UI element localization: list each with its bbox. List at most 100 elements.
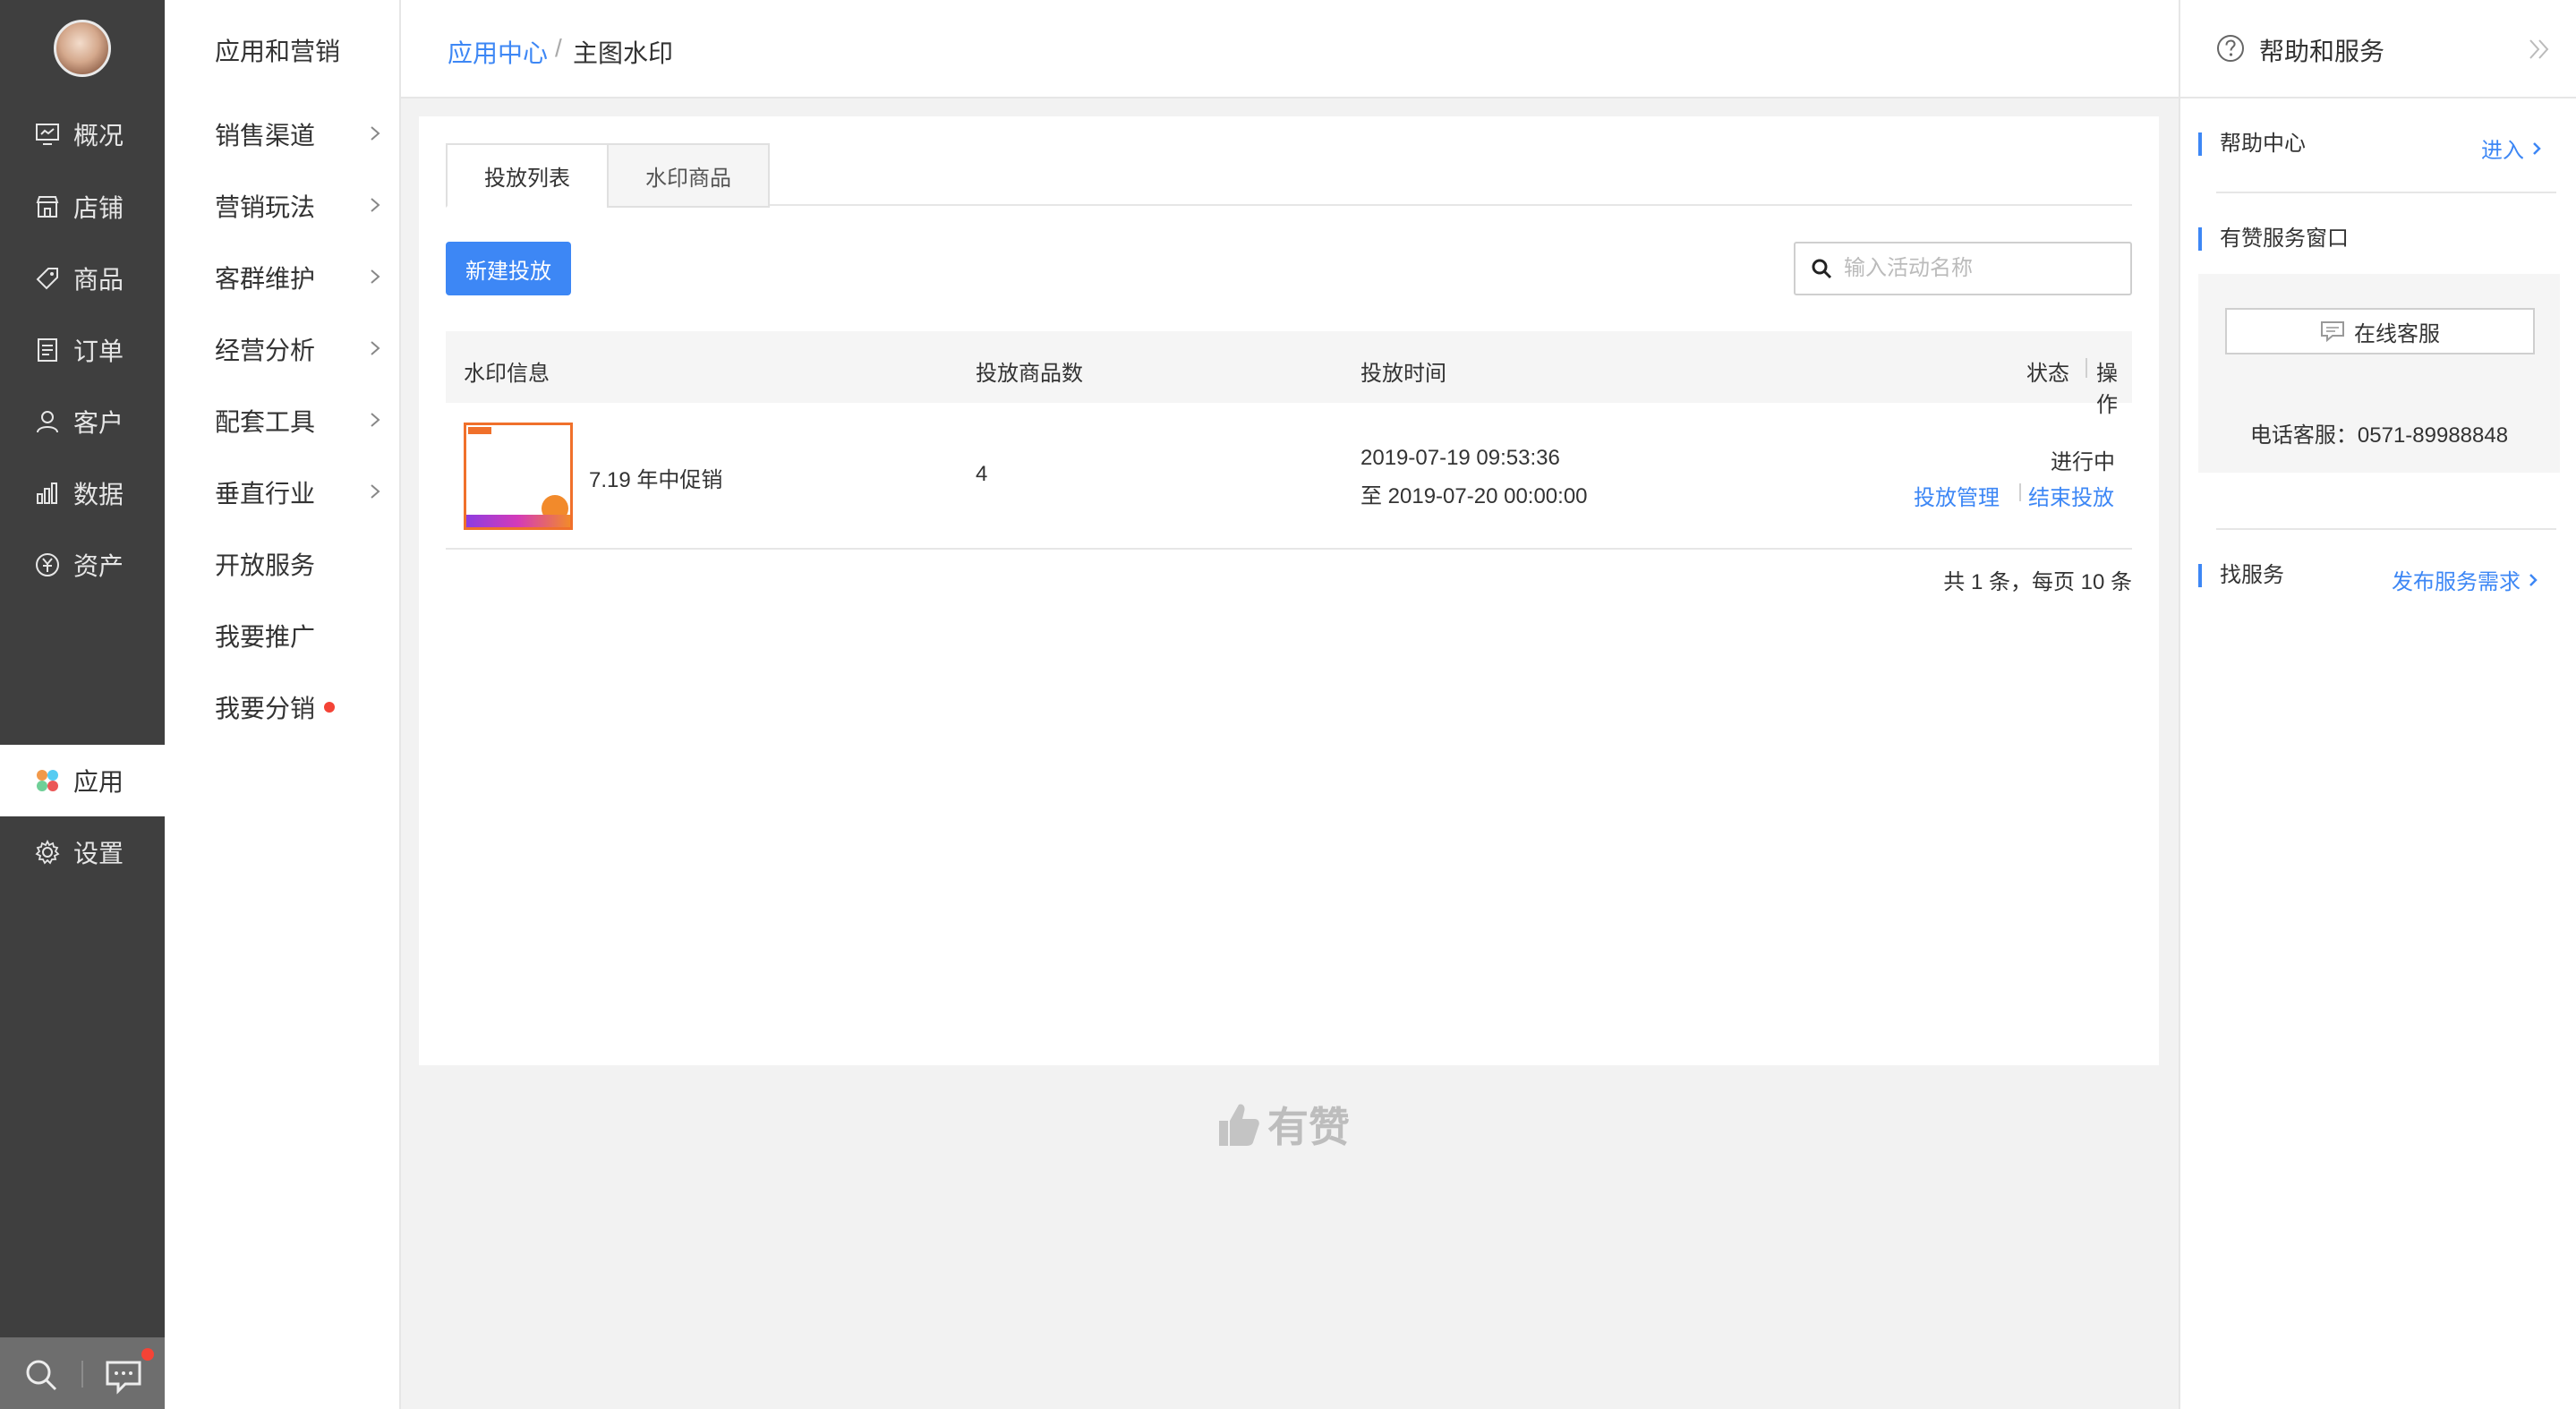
sidebar-item-customers[interactable]: 客户: [0, 386, 165, 457]
subnav-item-open-service[interactable]: 开放服务: [215, 542, 385, 586]
service-window-title: 有赞服务窗口: [2198, 227, 2349, 251]
chat-icon: [2321, 321, 2344, 342]
end-delivery-link[interactable]: 结束投放: [2028, 480, 2114, 511]
sidebar-item-label: 应用: [73, 768, 124, 796]
enter-link-label: 进入: [2481, 139, 2524, 163]
subnav-item-label: 我要推广: [215, 623, 316, 651]
chevron-right-icon: [2529, 573, 2538, 586]
delivery-start-time: 2019-07-19 09:53:36: [1361, 446, 1560, 470]
search-input[interactable]: [1844, 256, 2112, 281]
subnav-item-sales-channel[interactable]: 销售渠道: [215, 112, 385, 157]
service-window-box: 在线客服 电话客服：0571-89988848: [2198, 274, 2560, 473]
delivery-end-time: 至 2019-07-20 00:00:00: [1361, 484, 1588, 508]
table-row: 7.19 年中促销 4 2019-07-19 09:53:36 至 2019-0…: [446, 403, 2132, 550]
question-icon: [2217, 35, 2244, 62]
publish-demand-link[interactable]: 发布服务需求: [2392, 564, 2540, 595]
breadcrumb-current: 主图水印: [573, 39, 674, 67]
chart-icon: [37, 482, 57, 504]
secondary-sidebar: 应用和营销 销售渠道 营销玩法 客群维护 经营分析 配套工具 垂直行业 开放服务…: [165, 0, 401, 1409]
subnav-item-label: 营销玩法: [215, 193, 316, 221]
yen-icon: [36, 553, 59, 576]
sidebar-item-label: 数据: [73, 481, 124, 508]
col-delivery-time: 投放时间: [1361, 362, 1446, 386]
header-divider: [2086, 358, 2087, 378]
new-delivery-button[interactable]: 新建投放: [446, 242, 571, 295]
thumbs-up-icon: [1219, 1104, 1259, 1146]
collapse-panel-icon[interactable]: [2526, 36, 2553, 63]
sidebar-item-apps[interactable]: 应用: [0, 745, 165, 816]
sidebar-item-label: 订单: [73, 337, 124, 365]
sidebar-item-label: 设置: [73, 840, 124, 867]
online-service-label: 在线客服: [2354, 321, 2440, 346]
help-panel-title: 帮助和服务: [2259, 38, 2385, 65]
subnav-item-customer-care[interactable]: 客群维护: [215, 255, 385, 300]
message-badge: [141, 1348, 154, 1361]
tab-bar: 投放列表 水印商品: [446, 143, 2132, 208]
tab-delivery-list[interactable]: 投放列表: [446, 143, 609, 208]
status-text: 进行中: [2051, 450, 2115, 474]
sidebar-item-store[interactable]: 店铺: [0, 171, 165, 243]
subnav-item-promote[interactable]: 我要推广: [215, 613, 385, 658]
find-service-title: 找服务: [2198, 564, 2284, 587]
apps-icon: [37, 770, 58, 791]
subnav-item-label: 配套工具: [215, 408, 316, 436]
sidebar-item-settings[interactable]: 设置: [0, 816, 165, 888]
store-icon: [36, 196, 59, 218]
search-icon[interactable]: [21, 1355, 61, 1395]
sidebar-item-label: 资产: [73, 552, 124, 580]
chevron-right-icon: [371, 269, 380, 284]
subnav-item-label: 我要分销: [215, 695, 316, 722]
sidebar-item-orders[interactable]: 订单: [0, 314, 165, 386]
user-icon: [37, 411, 58, 433]
chevron-right-icon: [371, 126, 380, 141]
help-center-title: 帮助中心: [2198, 132, 2306, 156]
gear-icon: [35, 839, 60, 865]
sidebar-item-data[interactable]: 数据: [0, 457, 165, 529]
subnav-item-tools[interactable]: 配套工具: [215, 398, 385, 443]
message-icon[interactable]: [104, 1355, 143, 1395]
sidebar-item-overview[interactable]: 概况: [0, 98, 165, 170]
subnav-item-label: 垂直行业: [215, 480, 316, 508]
watermark-name: 7.19 年中促销: [589, 468, 723, 492]
chevron-right-icon: [2533, 141, 2541, 155]
subnav-item-marketing[interactable]: 营销玩法: [215, 184, 385, 228]
col-status: 状态: [2026, 362, 2069, 386]
sidebar-item-label: 店铺: [73, 194, 124, 222]
subnav-item-label: 客群维护: [215, 265, 316, 293]
online-service-button[interactable]: 在线客服: [2225, 308, 2535, 354]
chevron-right-icon: [371, 341, 380, 355]
sidebar-item-assets[interactable]: 资产: [0, 529, 165, 601]
goods-count: 4: [976, 462, 988, 486]
subnav-item-label: 销售渠道: [215, 122, 316, 149]
action-separator: [2019, 483, 2021, 501]
sidebar-item-label: 客户: [73, 409, 124, 437]
search-icon: [1812, 259, 1832, 279]
subnav-item-distribution[interactable]: 我要分销: [215, 685, 385, 730]
footer-brand-logo: 有赞: [1217, 1097, 1350, 1151]
subnav-item-label: 经营分析: [215, 337, 316, 364]
avatar[interactable]: [54, 20, 111, 77]
subnav-item-industry[interactable]: 垂直行业: [215, 470, 385, 515]
col-goods-count: 投放商品数: [976, 362, 1083, 386]
sidebar-bottom-bar: [0, 1337, 165, 1409]
breadcrumb-parent-link[interactable]: 应用中心: [448, 34, 548, 70]
breadcrumb-separator: /: [555, 34, 562, 62]
pagination-summary: 共 1 条，每页 10 条: [1943, 570, 2132, 594]
primary-sidebar: 概况 店铺 商品 订单 客户 数据 资产 应用 设置: [0, 0, 165, 1409]
subnav-title: 应用和营销: [215, 38, 341, 65]
watermark-thumbnail: [464, 423, 573, 530]
subnav-item-analytics[interactable]: 经营分析: [215, 327, 385, 371]
new-badge: [324, 702, 336, 713]
sidebar-item-label: 概况: [73, 122, 124, 149]
manage-delivery-link[interactable]: 投放管理: [1914, 480, 2000, 511]
tab-watermark-goods[interactable]: 水印商品: [607, 143, 770, 208]
help-center-enter-link[interactable]: 进入: [2481, 132, 2544, 164]
thumbnail-banner: [466, 515, 570, 527]
page-header: 应用中心 / 主图水印: [401, 0, 2179, 98]
sidebar-item-label: 商品: [73, 266, 124, 294]
sidebar-item-goods[interactable]: 商品: [0, 243, 165, 314]
footer-brand-text: 有赞: [1267, 1104, 1350, 1150]
service-phone: 电话客服：0571-89988848: [2249, 423, 2509, 448]
table-header: 水印信息 投放商品数 投放时间 状态 操作: [446, 331, 2132, 417]
search-box: [1794, 242, 2132, 295]
